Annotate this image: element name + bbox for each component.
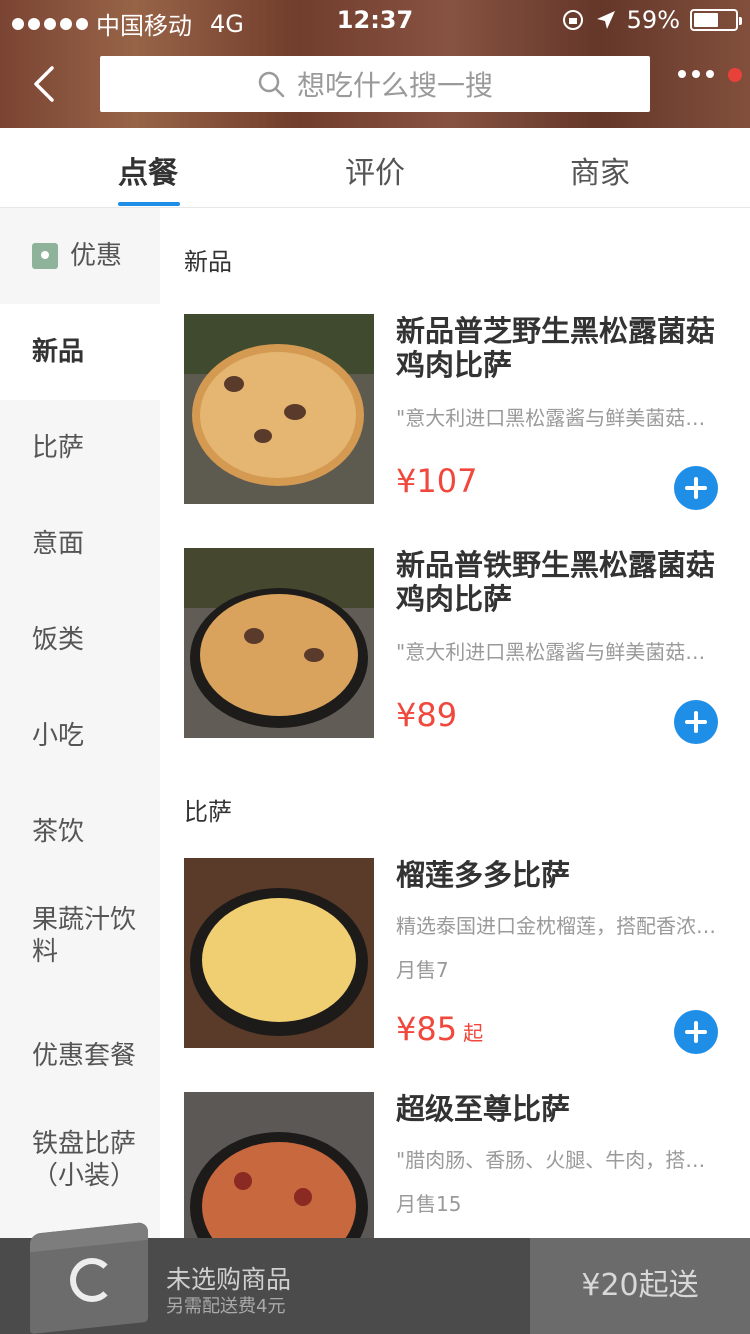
sidebar-item-snacks[interactable]: 小吃 [0,688,160,784]
list-item[interactable]: 新品普铁野生黑松露菌菇鸡肉比萨 "意大利进口黑松露酱与鲜美菌菇… ¥89 [184,548,750,744]
product-price: ¥85 起 [396,1010,483,1048]
product-desc: 精选泰国进口金枕榴莲，搭配香浓… [396,914,716,938]
sidebar-item-discount[interactable]: 优惠 [0,208,160,304]
tab-bar: 点餐 评价 商家 [0,128,750,208]
sidebar-item-label: 比萨 [32,433,85,463]
list-item[interactable]: 超级至尊比萨 "腊肉肠、香肠、火腿、牛肉，搭… 月售15 [184,1092,750,1238]
product-name: 新品普铁野生黑松露菌菇鸡肉比萨 [396,548,716,616]
product-image [184,314,374,504]
search-icon [258,71,285,98]
cart-logo-icon [70,1258,114,1302]
product-desc: "意大利进口黑松露酱与鲜美菌菇… [396,406,706,430]
tab-reviews[interactable]: 评价 [250,128,500,208]
product-name: 榴莲多多比萨 [396,858,571,892]
sidebar-item-tea[interactable]: 茶饮 [0,784,160,880]
section-title-new: 新品 [184,248,232,276]
menu-list: 新品 新品普芝野生黑松露菌菇鸡肉比萨 "意大利进口黑松露酱与鲜美菌菇… ¥107… [160,208,750,1238]
sidebar-item-label: 茶饮 [32,817,85,847]
sidebar-item-label: 果蔬汁饮料 [32,905,137,967]
monthly-sales: 月售15 [396,1192,462,1216]
delivery-fee: 另需配送费4元 [166,1296,286,1317]
product-desc: "腊肉肠、香肠、火腿、牛肉，搭… [396,1148,706,1172]
search-input[interactable]: 想吃什么搜一搜 [100,56,650,112]
status-bar: 中国移动 4G 12:37 59% [0,0,750,40]
sidebar-item-juice[interactable]: 果蔬汁饮料 [0,880,140,992]
product-image [184,548,374,738]
sidebar-item-pasta[interactable]: 意面 [0,496,160,592]
product-price: ¥107 [396,462,478,500]
sidebar-item-iron-pan-pizza[interactable]: 铁盘比萨（小装） [0,1104,140,1216]
product-desc: "意大利进口黑松露酱与鲜美菌菇… [396,640,706,664]
sidebar-item-new[interactable]: 新品 [0,304,160,400]
sidebar-item-combo[interactable]: 优惠套餐 [0,1008,160,1104]
category-sidebar: 优惠 新品 比萨 意面 饭类 小吃 茶饮 果蔬汁饮料 优惠套餐 铁盘比萨（小装） [0,208,160,1238]
battery-percent: 59% [626,6,680,34]
sidebar-item-label: 优惠 [70,241,123,271]
sidebar-item-label: 意面 [32,529,85,559]
list-item[interactable]: 榴莲多多比萨 精选泰国进口金枕榴莲，搭配香浓… 月售7 ¥85 起 [184,858,750,1054]
sidebar-item-label: 优惠套餐 [32,1041,137,1071]
tab-merchant-label: 商家 [570,156,630,191]
location-icon [596,11,615,29]
product-price: ¥89 [396,696,458,734]
add-to-cart-button[interactable] [674,1010,718,1054]
add-to-cart-button[interactable] [674,466,718,510]
add-to-cart-button[interactable] [674,700,718,744]
tab-order-label: 点餐 [118,156,178,191]
sidebar-item-label: 饭类 [32,625,85,655]
product-name: 超级至尊比萨 [396,1092,571,1126]
price-suffix: 起 [463,1021,484,1045]
sidebar-item-label: 小吃 [32,721,85,751]
tab-active-indicator [118,202,180,206]
section-title-pizza: 比萨 [184,798,232,826]
tab-merchant[interactable]: 商家 [475,128,725,208]
sidebar-item-label: 新品 [32,337,85,367]
tab-reviews-label: 评价 [345,156,405,191]
back-icon[interactable] [30,64,58,104]
cart-status: 未选购商品 [166,1265,292,1294]
sidebar-item-label: 铁盘比萨（小装） [32,1129,137,1191]
more-menu-icon[interactable] [678,70,714,78]
rotation-lock-icon [562,10,583,30]
product-name: 新品普芝野生黑松露菌菇鸡肉比萨 [396,314,716,382]
notification-dot [728,68,742,82]
sidebar-item-rice[interactable]: 饭类 [0,592,160,688]
tag-icon [32,243,58,269]
product-image [184,1092,374,1238]
list-item[interactable]: 新品普芝野生黑松露菌菇鸡肉比萨 "意大利进口黑松露酱与鲜美菌菇… ¥107 [184,314,750,510]
sidebar-item-pizza[interactable]: 比萨 [0,400,160,496]
checkout-button[interactable]: ¥20起送 [530,1238,750,1334]
product-image [184,858,374,1048]
battery-icon [690,9,742,31]
search-placeholder: 想吃什么搜一搜 [296,69,493,102]
tab-order[interactable]: 点餐 [23,128,273,208]
monthly-sales: 月售7 [396,958,449,982]
price-value: ¥85 [396,1010,458,1048]
